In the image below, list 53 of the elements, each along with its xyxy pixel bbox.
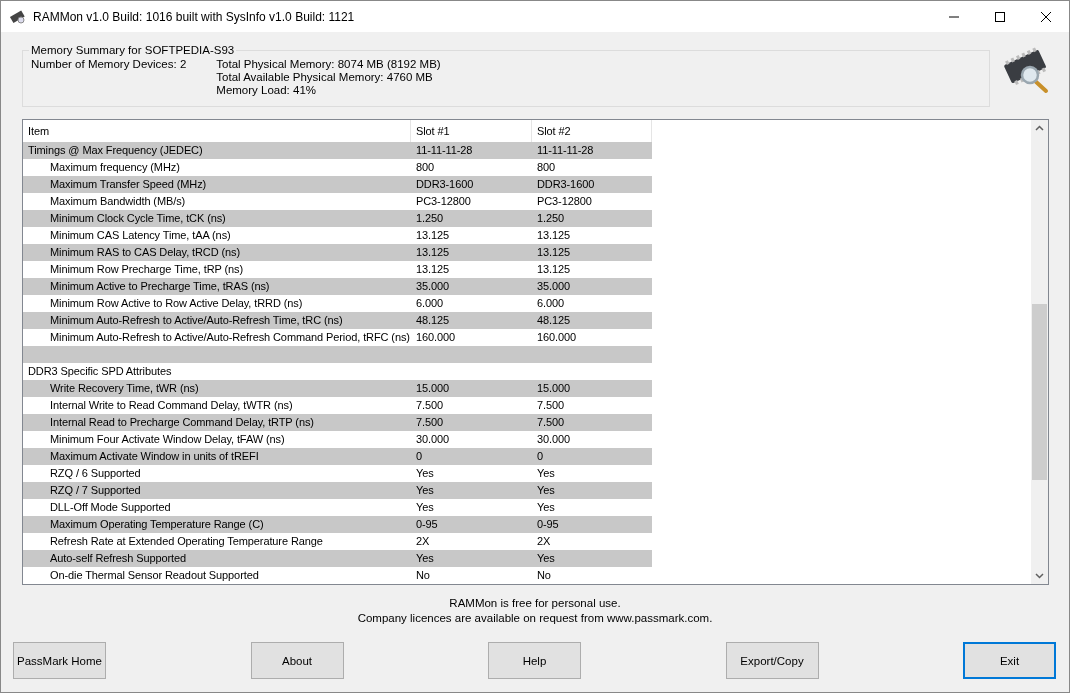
item-cell: RZQ / 7 Supported	[23, 482, 411, 499]
action-button[interactable]: Exit	[963, 642, 1056, 679]
slot-value-cell: Yes	[411, 550, 532, 567]
window-title: RAMMon v1.0 Build: 1016 built with SysInfo v1.0 Build: 1121	[33, 9, 356, 24]
license-notice: RAMMon is free for personal use.	[449, 596, 621, 611]
maximize-icon	[995, 11, 1005, 22]
item-cell: Maximum Transfer Speed (MHz)	[23, 176, 411, 194]
slot-value-cell: 0	[411, 448, 532, 465]
slot-value-cell: 35.000	[411, 278, 532, 296]
slot-value-cell: 0-95	[411, 516, 532, 533]
item-cell: Auto-self Refresh Supported	[23, 550, 411, 567]
slot-value-cell: 13.125	[532, 244, 652, 262]
group-title: Memory Summary for SOFTPEDIA-S93	[30, 44, 236, 56]
action-button[interactable]: About	[250, 642, 344, 679]
vertical-scrollbar[interactable]	[1031, 120, 1048, 584]
slot-value-cell: DDR3-1600	[411, 176, 532, 194]
scrollbar-thumb[interactable]	[1032, 304, 1047, 480]
slot-value-cell: Yes	[532, 550, 652, 567]
memory-info-label: Memory Load: 41%	[216, 84, 317, 97]
slot-value-cell: 11-11-11-28	[532, 142, 652, 160]
item-cell: Minimum Active to Precharge Time, tRAS (ns)	[23, 278, 411, 296]
item-cell: Minimum RAS to CAS Delay, tRCD (ns)	[23, 244, 411, 262]
slot-value-cell: 0	[532, 448, 652, 465]
slot-value-cell: 15.000	[411, 380, 532, 397]
item-cell: Minimum Auto-Refresh to Active/Auto-Refresh Time, tRC (ns)	[23, 312, 411, 330]
slot-value-cell: 48.125	[411, 312, 532, 330]
slot-value-cell: 13.125	[411, 244, 532, 262]
slot-value-cell: Yes	[532, 482, 652, 499]
slot-value-cell: 35.000	[532, 278, 652, 296]
slot-value-cell: Yes	[411, 482, 532, 499]
item-cell: Minimum Clock Cycle Time, tCK (ns)	[23, 210, 411, 228]
memory-info-label: Total Available Physical Memory: 4760 MB	[216, 71, 434, 84]
slot-value-cell: 7.500	[532, 414, 652, 431]
item-cell: Maximum Activate Window in units of tREFI	[23, 448, 411, 465]
slot-value-cell: 1.250	[411, 210, 532, 228]
item-cell: Write Recovery Time, tWR (ns)	[23, 380, 411, 397]
slot-value-cell: 15.000	[532, 380, 652, 397]
close-icon	[1041, 11, 1051, 22]
device-count-label: Number of Memory Devices: 2	[31, 58, 187, 72]
action-button[interactable]: PassMark Home	[13, 642, 106, 679]
license-notice: Company licences are available on request from www.passmark.com.	[357, 611, 713, 626]
slot-value-cell: 11-11-11-28	[411, 142, 532, 160]
item-cell: Internal Read to Precharge Command Delay, tRTP (ns)	[23, 414, 411, 431]
slot-value-cell: 0-95	[532, 516, 652, 533]
action-button[interactable]: Export/Copy	[725, 642, 819, 679]
memory-info-label: Total Physical Memory: 8074 MB (8192 MB)	[216, 58, 441, 71]
item-cell: Maximum Operating Temperature Range (C)	[23, 516, 411, 533]
slot-value-cell: 48.125	[532, 312, 652, 330]
slot-value-cell: 7.500	[411, 414, 532, 431]
slot-value-cell: 1.250	[532, 210, 652, 228]
action-button[interactable]: Help	[488, 642, 581, 679]
group-heading-cell: Timings @ Max Frequency (JEDEC)	[23, 142, 411, 160]
slot-value-cell: DDR3-1600	[532, 176, 652, 194]
